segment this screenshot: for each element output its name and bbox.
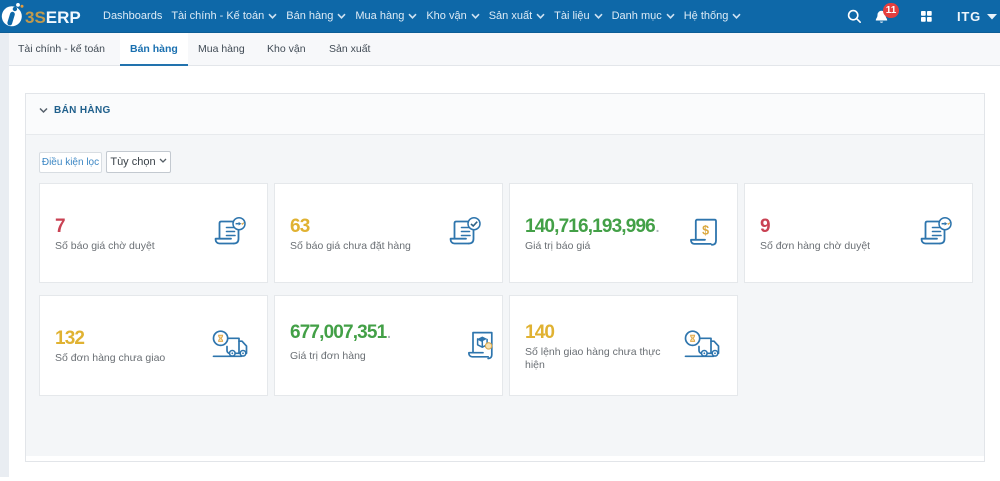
svg-text:$: $ bbox=[702, 224, 709, 238]
